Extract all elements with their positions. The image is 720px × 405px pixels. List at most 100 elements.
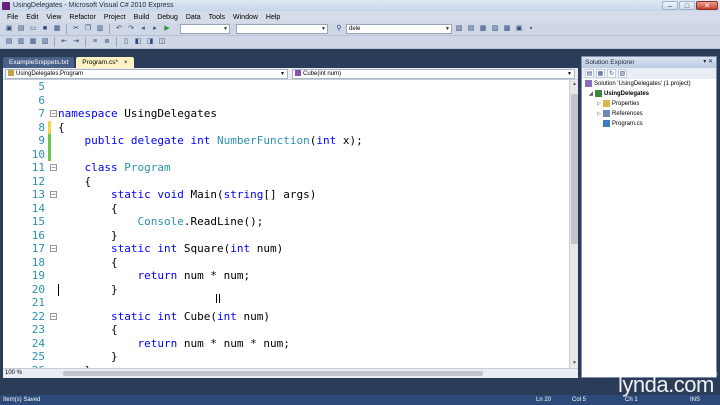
horizontal-scrollbar-thumb[interactable] (63, 371, 483, 376)
close-button[interactable]: ✕ (696, 1, 718, 10)
project-icon (595, 89, 602, 97)
tree-item-properties[interactable]: ▷ Properties (582, 99, 716, 109)
save-icon[interactable]: ■ (40, 24, 50, 34)
panel-options-icon[interactable]: ▾ ✕ (703, 57, 713, 68)
panel-title: Solution Explorer (585, 59, 635, 66)
cut-icon[interactable]: ✂ (71, 24, 81, 34)
menu-project[interactable]: Project (100, 14, 130, 21)
parameter-info-icon[interactable]: ▥ (16, 37, 26, 47)
menu-file[interactable]: File (3, 14, 22, 21)
member-dropdown[interactable]: Cube(int num) ▼ (292, 69, 575, 79)
object-browser-icon[interactable]: ▨ (490, 24, 500, 34)
list-members-icon[interactable]: ▧ (40, 37, 50, 47)
tree-item-label: UsingDelegates (604, 91, 650, 97)
tree-item-project[interactable]: ◢ UsingDelegates (582, 89, 716, 99)
minimize-button[interactable]: – (662, 1, 678, 10)
code-line: 14 { (3, 202, 563, 216)
editor-bottom-bar: 100 % (3, 368, 578, 378)
lynda-watermark: lynda.com® (618, 372, 718, 398)
view-code-icon[interactable]: ▧ (618, 69, 627, 78)
increase-indent-icon[interactable]: ⇥ (71, 37, 81, 47)
decrease-indent-icon[interactable]: ⇤ (59, 37, 69, 47)
solution-icon (585, 79, 592, 87)
navigate-forward-icon[interactable]: ▸ (150, 24, 160, 34)
line-number: 25 (31, 350, 45, 363)
menu-view[interactable]: View (42, 14, 65, 21)
collapse-icon[interactable]: − (50, 164, 57, 171)
find-in-files-icon[interactable]: ▧ (454, 24, 464, 34)
toolbox-icon[interactable]: ▩ (502, 24, 512, 34)
comment-out-icon[interactable]: ≡ (90, 37, 100, 47)
next-bookmark-icon[interactable]: ◨ (145, 37, 155, 47)
clear-bookmarks-icon[interactable]: ◫ (157, 37, 167, 47)
status-line: Ln 20 (536, 397, 552, 403)
properties-folder-icon (603, 99, 610, 107)
collapse-icon[interactable]: − (50, 110, 57, 117)
tab-program-cs[interactable]: Program.cs* × (76, 57, 134, 68)
code-text: { (58, 120, 65, 134)
close-tab-icon[interactable]: × (124, 60, 128, 66)
navigate-back-icon[interactable]: ◂ (138, 24, 148, 34)
registered-mark: ® (713, 372, 718, 378)
tree-item-references[interactable]: ▷ References (582, 109, 716, 119)
code-editor[interactable]: UsingDelegates.Program ▼ Cube(int num) ▼ 5… (3, 68, 578, 378)
configuration-combo[interactable]: ▼ (180, 24, 230, 34)
menu-edit[interactable]: Edit (22, 14, 42, 21)
paste-icon[interactable]: ▥ (95, 24, 105, 34)
code-text: static int Square(int num) (110, 242, 284, 255)
find-combo[interactable]: dele ▼ (346, 24, 452, 34)
menu-data[interactable]: Data (182, 14, 205, 21)
copy-icon[interactable]: ❐ (83, 24, 93, 34)
uncomment-icon[interactable]: ≣ (102, 37, 112, 47)
code-area[interactable]: 5 6 7− namespace UsingDelegates 8{ 9 publ… (3, 80, 568, 368)
zoom-level[interactable]: 100 % (5, 369, 22, 378)
add-item-icon[interactable]: ▤ (16, 24, 26, 34)
tree-item-program-cs[interactable]: Program.cs (582, 119, 716, 129)
refresh-icon[interactable]: ↻ (607, 69, 616, 78)
tree-item-solution[interactable]: Solution 'UsingDelegates' (1 project) (582, 79, 716, 89)
extension-manager-icon[interactable]: ▪ (526, 24, 536, 34)
quick-info-icon[interactable]: ▤ (4, 37, 14, 47)
toggle-bookmark-icon[interactable]: ▯ (121, 37, 131, 47)
menu-help[interactable]: Help (262, 14, 284, 21)
platform-combo[interactable]: ▼ (236, 24, 328, 34)
menu-refactor[interactable]: Refactor (65, 14, 99, 21)
menu-bar: File Edit View Refactor Project Build De… (0, 11, 720, 23)
new-project-icon[interactable]: ▣ (4, 24, 14, 34)
properties-icon[interactable]: ▤ (585, 69, 594, 78)
menu-build[interactable]: Build (130, 14, 154, 21)
collapse-icon[interactable]: − (50, 312, 57, 320)
find-value: dele (349, 26, 361, 32)
menu-tools[interactable]: Tools (205, 14, 229, 21)
tab-label: ExampleSnippets.txt (9, 59, 69, 66)
scrollbar-thumb[interactable] (571, 94, 578, 244)
previous-bookmark-icon[interactable]: ◧ (133, 37, 143, 47)
open-file-icon[interactable]: ▭ (28, 24, 38, 34)
undo-icon[interactable]: ↶ (114, 24, 124, 34)
code-line: 9 public delegate int NumberFunction(int… (3, 134, 563, 148)
properties-window-icon[interactable]: ▦ (478, 24, 488, 34)
code-text: namespace UsingDelegates (58, 107, 217, 120)
vertical-scrollbar[interactable]: ▲ ▼ (569, 80, 578, 368)
redo-icon[interactable]: ↷ (126, 24, 136, 34)
maximize-button[interactable]: □ (679, 1, 695, 10)
scroll-up-icon[interactable]: ▲ (570, 80, 579, 89)
code-line: 11− class Program (3, 161, 563, 175)
line-number: 24 (31, 336, 45, 350)
start-page-icon[interactable]: ▣ (514, 24, 524, 34)
collapse-icon[interactable]: − (50, 191, 57, 198)
scroll-down-icon[interactable]: ▼ (570, 359, 579, 368)
line-number: 23 (31, 323, 45, 336)
save-all-icon[interactable]: ▦ (52, 24, 62, 34)
solution-explorer-icon[interactable]: ▤ (466, 24, 476, 34)
tab-example-snippets[interactable]: ExampleSnippets.txt (3, 57, 75, 68)
code-text: static void Main(string[] args) (110, 188, 317, 201)
menu-window[interactable]: Window (229, 14, 262, 21)
collapse-icon[interactable]: − (50, 245, 57, 252)
menu-debug[interactable]: Debug (153, 14, 182, 21)
start-debugging-icon[interactable]: ▶ (162, 24, 172, 34)
code-line: 7− namespace UsingDelegates (3, 107, 563, 121)
show-all-files-icon[interactable]: ▦ (596, 69, 605, 78)
type-dropdown[interactable]: UsingDelegates.Program ▼ (5, 69, 288, 79)
word-completion-icon[interactable]: ▦ (28, 37, 38, 47)
